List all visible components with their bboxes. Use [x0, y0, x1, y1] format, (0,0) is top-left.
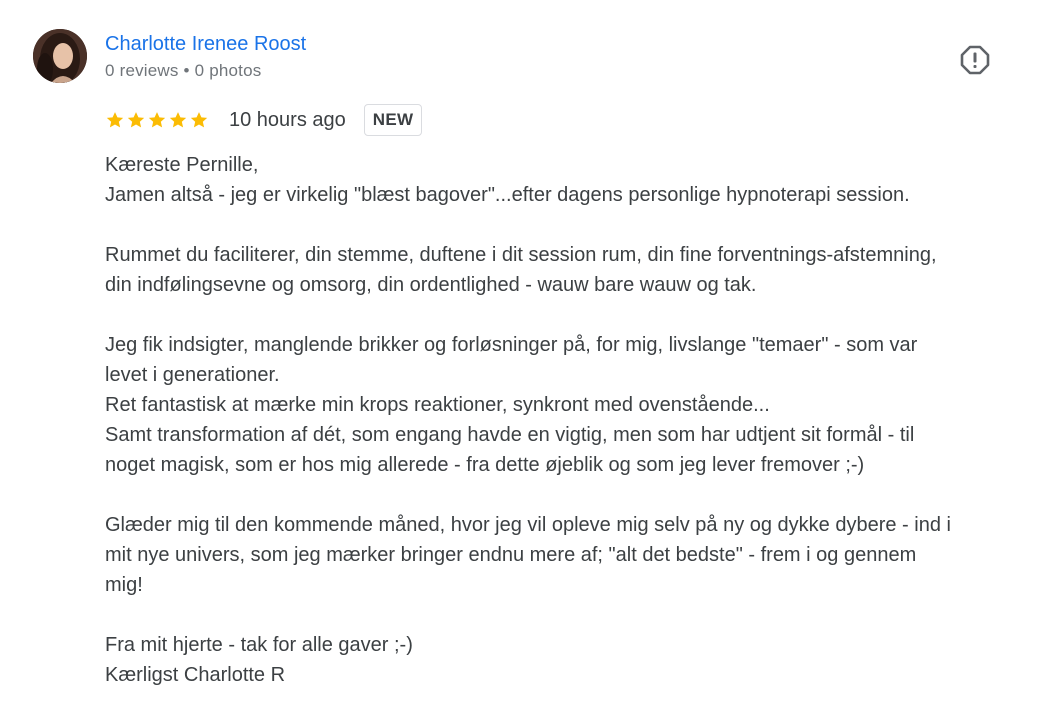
- review-body: Kæreste Pernille, Jamen altså - jeg er vi…: [105, 150, 1020, 690]
- photos-count: 0 photos: [194, 61, 262, 80]
- star-filled-icon: [148, 112, 166, 128]
- report-button[interactable]: [956, 41, 994, 79]
- review-text-line: Ret fantastisk at mærke min krops reakti…: [105, 394, 770, 416]
- review-text-line: levet i generationer.: [105, 364, 280, 386]
- review-text-line: Glæder mig til den kommende måned, hvor …: [105, 514, 951, 536]
- review-text-line: mit nye univers, som jeg mærker bringer …: [105, 544, 917, 566]
- review-text-line: Samt transformation af dét, som engang h…: [105, 424, 915, 446]
- review-card: Charlotte Irenee Roost 0 reviews • 0 pho…: [0, 0, 1042, 718]
- report-alert-icon: [960, 45, 990, 75]
- profile-photo-icon: [33, 29, 87, 83]
- reviews-count: 0 reviews: [105, 61, 179, 80]
- review-text-line: Fra mit hjerte - tak for alle gaver ;-): [105, 634, 413, 656]
- review-time: 10 hours ago: [229, 109, 346, 131]
- review-text-line: Jeg fik indsigter, manglende brikker og …: [105, 334, 918, 356]
- review-text-line: mig!: [105, 574, 143, 596]
- new-badge: NEW: [363, 104, 423, 136]
- review-text-line: Jamen altså - jeg er virkelig "blæst bag…: [105, 184, 910, 206]
- review-text-line: Kæreste Pernille,: [105, 154, 259, 176]
- reviewer-stats: 0 reviews • 0 photos: [105, 60, 261, 82]
- star-filled-icon: [190, 112, 208, 128]
- review-text-line: noget magisk, som er hos mig allerede - …: [105, 454, 865, 476]
- star-filled-icon: [127, 112, 145, 128]
- review-text-line: Kærligst Charlotte R: [105, 664, 286, 686]
- avatar[interactable]: [33, 29, 87, 83]
- meta-separator: •: [183, 61, 190, 80]
- rating-row: 10 hours ago NEW: [105, 102, 423, 138]
- star-filled-icon: [106, 112, 124, 128]
- review-text-line: din indfølingsevne og omsorg, din ordent…: [105, 274, 757, 296]
- review-text-line: Rummet du faciliterer, din stemme, dufte…: [105, 244, 937, 266]
- reviewer-name-link[interactable]: Charlotte Irenee Roost: [105, 32, 306, 56]
- star-rating: [105, 110, 209, 130]
- star-filled-icon: [169, 112, 187, 128]
